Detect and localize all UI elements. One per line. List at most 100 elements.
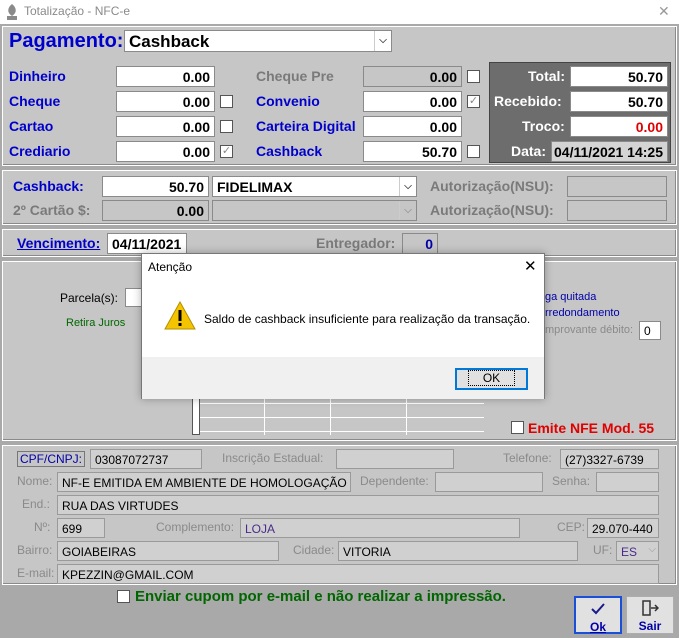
cheque-pre-checkbox[interactable] <box>467 70 480 83</box>
payment-label-crediario: Crediario <box>9 143 71 159</box>
dialog-ok-button[interactable]: OK <box>455 368 528 390</box>
uf-select[interactable]: ES ⌵ <box>616 541 659 561</box>
ie-label: Inscrição Estadual: <box>222 451 324 465</box>
payment-label-carteira-digital: Carteira Digital <box>256 118 356 134</box>
total-value: 50.70 <box>570 66 668 87</box>
city-input[interactable]: VITORIA <box>338 541 578 561</box>
cashback-value-input[interactable]: 50.70 <box>102 176 209 197</box>
leaf-app-icon <box>4 3 20 21</box>
payment-label-cheque: Cheque <box>9 93 61 109</box>
name-label: Nome: <box>17 474 53 488</box>
payment-method-value: Cashback <box>129 32 210 51</box>
change-label: Troco: <box>522 118 565 134</box>
uf-label: UF: <box>593 543 613 557</box>
crediario-checkbox[interactable]: ✓ <box>220 145 233 158</box>
date-label: Data: <box>511 143 547 159</box>
address-input[interactable]: RUA DAS VIRTUDES <box>57 495 659 515</box>
cashback-checkbox[interactable] <box>467 145 480 158</box>
due-label: Vencimento: <box>17 235 101 251</box>
received-value: 50.70 <box>570 91 668 112</box>
password-input[interactable] <box>596 472 659 492</box>
address-label: End.: <box>22 497 51 511</box>
dialog-titlebar: Atenção ✕ <box>142 254 544 280</box>
ok-button[interactable]: Ok <box>574 596 622 634</box>
complement-label: Complemento: <box>156 520 235 534</box>
exit-button-label: Sair <box>638 619 662 633</box>
nfe-label: Emite NFE Mod. 55 <box>528 420 655 436</box>
cpf-input[interactable]: 03087072737 <box>90 449 202 469</box>
chevron-down-icon: ⌵ <box>399 201 416 220</box>
change-value: 0.00 <box>570 116 668 137</box>
cheque-checkbox[interactable] <box>220 95 233 108</box>
total-label: Total: <box>528 68 566 84</box>
auth-input[interactable] <box>567 176 667 197</box>
ok-button-label: Ok <box>589 620 606 634</box>
check-icon <box>591 603 605 615</box>
cep-input[interactable]: 29.070-440 <box>587 518 659 538</box>
cashback-provider-value: FIDELIMAX <box>217 179 293 195</box>
cashback-provider-select[interactable]: FIDELIMAX ⌵ <box>212 176 417 197</box>
warning-icon <box>164 300 196 331</box>
cep-label: CEP: <box>557 520 586 534</box>
ie-input[interactable] <box>336 449 454 469</box>
receipt-stepper[interactable]: 0 <box>639 321 661 340</box>
complement-input[interactable]: LOJA <box>240 518 520 538</box>
payment-method-select[interactable]: Cashback ⌵ <box>124 30 392 52</box>
alert-dialog: Atenção ✕ Saldo de cashback insuficiente… <box>141 253 545 399</box>
rounding-label: rredondamento <box>545 307 620 319</box>
auth2-label: Autorização(NSU): <box>430 202 554 218</box>
number-input[interactable]: 699 <box>57 518 105 538</box>
second-card-input[interactable]: 0.00 <box>102 200 209 221</box>
cashback-amount-input[interactable]: 50.70 <box>363 141 462 162</box>
dialog-message: Saldo de cashback insuficiente para real… <box>204 312 531 326</box>
auth-label: Autorização(NSU): <box>430 178 554 194</box>
exit-door-icon <box>642 600 660 616</box>
password-label: Senha: <box>552 474 591 488</box>
dialog-close-icon[interactable]: ✕ <box>524 257 537 275</box>
convenio-input[interactable]: 0.00 <box>363 91 462 112</box>
payment-label-convenio: Convenio <box>256 93 320 109</box>
title-bar: Totalização - NFC-e ✕ <box>0 0 679 24</box>
deliverer-label: Entregador: <box>316 235 396 251</box>
due-date-input[interactable]: 04/11/2021 <box>107 233 187 254</box>
receipt-label: mprovante débito: <box>545 324 634 336</box>
installments-grid <box>192 395 484 435</box>
dependent-input[interactable] <box>435 472 543 492</box>
email-option-checkbox[interactable] <box>117 590 130 603</box>
email-input[interactable]: KPEZZIN@GMAIL.COM <box>57 564 659 584</box>
number-label: Nº: <box>34 520 51 534</box>
crediario-input[interactable]: 0.00 <box>116 141 215 162</box>
auth2-input[interactable] <box>567 200 667 221</box>
second-card-select[interactable]: ⌵ <box>212 200 417 221</box>
payment-label-dinheiro: Dinheiro <box>9 68 66 84</box>
carteira-digital-input[interactable]: 0.00 <box>363 116 462 137</box>
dialog-title: Atenção <box>148 260 193 274</box>
uf-value: ES <box>621 545 638 559</box>
deliverer-input[interactable]: 0 <box>402 233 438 254</box>
phone-input[interactable]: (27)3327-6739 <box>560 449 659 469</box>
dinheiro-input[interactable]: 0.00 <box>116 66 215 87</box>
cashback-label: Cashback: <box>13 178 84 194</box>
exit-button[interactable]: Sair <box>626 596 674 634</box>
chevron-down-icon: ⌵ <box>374 31 391 51</box>
phone-label: Telefone: <box>503 451 552 465</box>
name-input[interactable]: NF-E EMITIDA EM AMBIENTE DE HOMOLOGAÇÃO <box>57 472 351 492</box>
cheque-pre-input[interactable]: 0.00 <box>363 66 462 87</box>
cheque-input[interactable]: 0.00 <box>116 91 215 112</box>
cartao-input[interactable]: 0.00 <box>116 116 215 137</box>
received-label: Recebido: <box>494 93 562 109</box>
dialog-ok-label: OK <box>467 370 516 386</box>
chevron-down-icon: ⌵ <box>648 544 656 555</box>
cpf-label: CPF/CNPJ: <box>17 451 86 467</box>
paid-label: ga quitada <box>545 291 597 303</box>
district-label: Bairro: <box>17 543 53 557</box>
close-window-button[interactable]: ✕ <box>658 3 670 20</box>
parcel-label: Parcela(s): <box>60 291 119 305</box>
city-label: Cidade: <box>293 543 335 557</box>
convenio-checkbox[interactable]: ✓ <box>467 95 480 108</box>
email-option-label: Enviar cupom por e-mail e não realizar a… <box>135 588 506 605</box>
cartao-checkbox[interactable] <box>220 120 233 133</box>
payment-label-cartao: Cartao <box>9 118 54 134</box>
nfe-checkbox[interactable] <box>511 421 524 434</box>
district-input[interactable]: GOIABEIRAS <box>57 541 279 561</box>
